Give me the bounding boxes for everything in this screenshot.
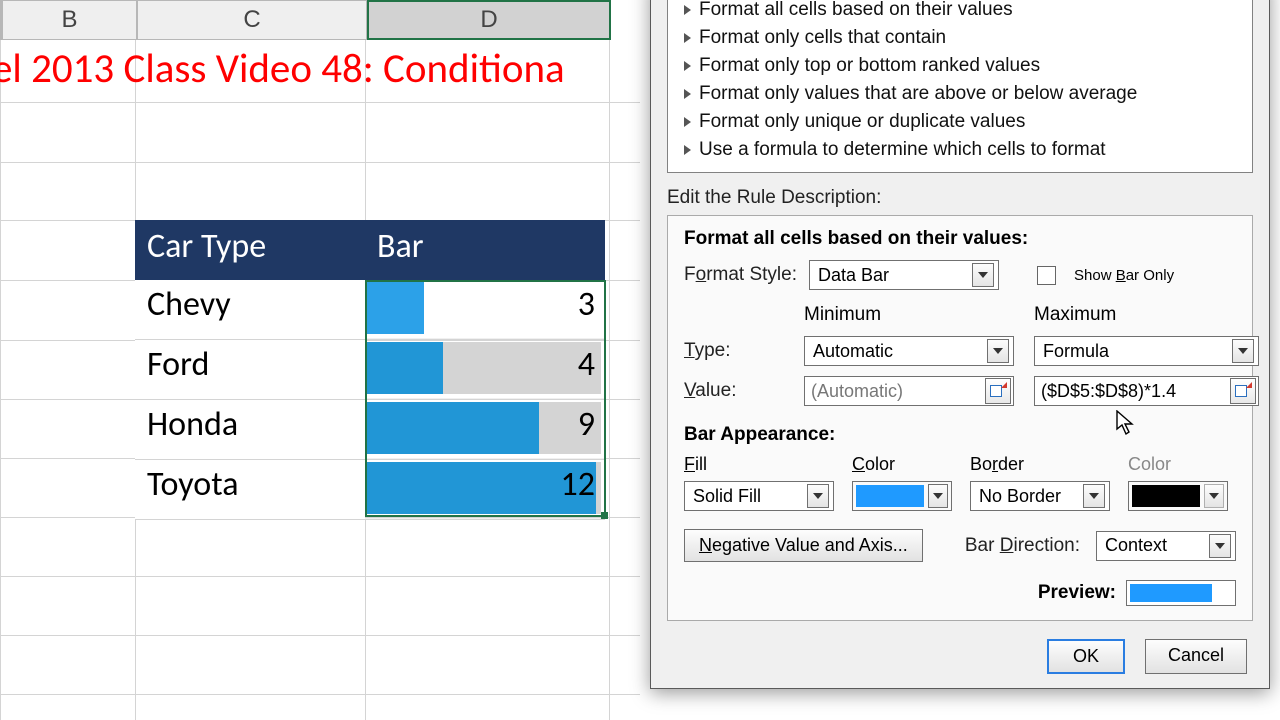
border-color-picker[interactable] [1128,481,1228,511]
chevron-down-icon[interactable] [807,484,829,508]
color-swatch-icon [856,485,924,507]
cell-bar[interactable]: 4 [365,340,605,399]
page-title: el 2013 Class Video 48: Conditiona [0,44,565,94]
table-row[interactable]: Ford 4 [135,340,605,400]
car-table: Car Type Bar Chevy 3 Ford 4 Honda [135,220,605,520]
cell-bar[interactable]: 3 [365,280,605,339]
type-label: Type: [684,340,784,362]
ok-button[interactable]: OK [1047,639,1125,674]
fill-label: Fill [684,454,834,475]
table-header-bar[interactable]: Bar [365,220,605,280]
bar-appearance-label: Bar Appearance: [684,424,1236,446]
bullet-icon [684,89,691,99]
format-header: Format all cells based on their values: [684,228,1028,249]
table-header-car[interactable]: Car Type [135,220,365,280]
preview-bar [1130,584,1212,602]
bullet-icon [684,33,691,43]
format-style-label: Format Style: [684,264,797,286]
cell-bar[interactable]: 9 [365,400,605,459]
data-bar [367,282,424,334]
min-type-dropdown[interactable]: Automatic [804,336,1014,366]
min-value-input[interactable]: (Automatic) [804,376,1014,406]
column-header-C[interactable]: C [137,0,367,40]
rule-type-option[interactable]: Format all cells based on their values [678,0,1246,24]
bullet-icon [684,5,691,15]
show-bar-only-checkbox[interactable] [1037,266,1056,285]
border-label: Border [970,454,1110,475]
table-row[interactable]: Chevy 3 [135,280,605,340]
rule-type-option[interactable]: Use a formula to determine which cells t… [678,136,1246,164]
cancel-button[interactable]: Cancel [1145,639,1247,674]
column-header-B[interactable]: B [2,0,137,40]
cell-value: 12 [561,464,595,505]
data-bar [367,402,539,454]
cell-car[interactable]: Chevy [135,280,365,339]
show-bar-only-label: Show Bar Only [1074,267,1174,284]
column-headers: B C D [0,0,640,40]
max-value-input[interactable]: ($D$5:$D$8)*1.4 [1034,376,1259,406]
chevron-down-icon[interactable] [1083,484,1105,508]
cell-car[interactable]: Toyota [135,460,365,519]
range-selector-icon[interactable] [1230,378,1256,404]
bar-direction-label: Bar Direction: [965,535,1080,557]
fill-color-picker[interactable] [852,481,952,511]
negative-value-axis-button[interactable]: Negative Value and Axis... [684,529,923,562]
rule-type-option[interactable]: Format only values that are above or bel… [678,80,1246,108]
table-row[interactable]: Honda 9 [135,400,605,460]
cell-value: 4 [578,344,595,385]
color-label: Color [852,454,952,475]
fill-dropdown[interactable]: Solid Fill [684,481,834,511]
edit-description-label: Edit the Rule Description: [667,187,881,208]
color-swatch-icon [1132,485,1200,507]
maximum-label: Maximum [1034,304,1259,326]
preview-label: Preview: [1038,582,1116,604]
chevron-down-icon[interactable] [1209,534,1231,558]
bullet-icon [684,117,691,127]
border-dropdown[interactable]: No Border [970,481,1110,511]
table-row[interactable]: Toyota 12 [135,460,605,520]
rule-type-option[interactable]: Format only cells that contain [678,24,1246,52]
column-header-D[interactable]: D [367,0,611,40]
data-bar [367,342,443,394]
format-style-dropdown[interactable]: Data Bar [809,260,999,290]
cell-bar[interactable]: 12 [365,460,605,519]
chevron-down-icon[interactable] [987,339,1009,363]
cell-value: 9 [578,404,595,445]
max-type-dropdown[interactable]: Formula [1034,336,1259,366]
chevron-down-icon[interactable] [1204,484,1224,508]
value-label: Value: [684,380,784,402]
cell-value: 3 [578,284,595,325]
minimum-label: Minimum [804,304,1014,326]
rule-type-list[interactable]: Format all cells based on their values F… [667,0,1253,173]
cell-car[interactable]: Ford [135,340,365,399]
cell-car[interactable]: Honda [135,400,365,459]
bar-direction-dropdown[interactable]: Context [1096,531,1236,561]
bullet-icon [684,145,691,155]
bullet-icon [684,61,691,71]
rule-type-option[interactable]: Format only unique or duplicate values [678,108,1246,136]
range-selector-icon[interactable] [985,378,1011,404]
formatting-rule-dialog: Format all cells based on their values F… [650,0,1270,689]
chevron-down-icon[interactable] [1232,339,1254,363]
rule-type-option[interactable]: Format only top or bottom ranked values [678,52,1246,80]
chevron-down-icon[interactable] [928,484,948,508]
border-color-label: Color [1128,454,1228,475]
rule-description-panel: Format all cells based on their values: … [667,215,1253,621]
chevron-down-icon[interactable] [972,263,994,287]
preview-box [1126,580,1236,606]
